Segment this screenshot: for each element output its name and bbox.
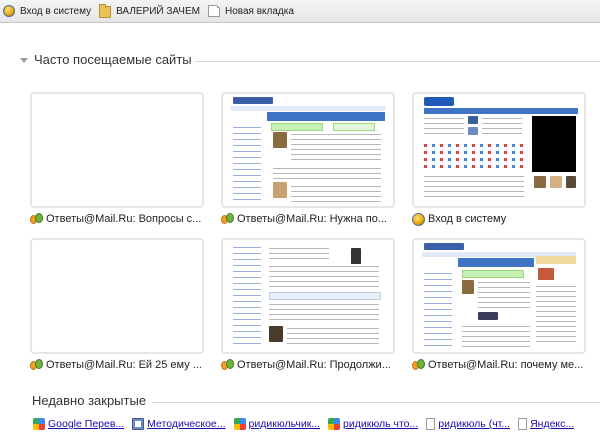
tile-label[interactable]: Ответы@Mail.Ru: Продолжи...	[221, 358, 393, 372]
bookmark-label: Новая вкладка	[224, 5, 294, 17]
tile-title: Ответы@Mail.Ru: Продолжи...	[237, 359, 391, 371]
most-visited-tile[interactable]: Ответы@Mail.Ru: Продолжи...	[221, 238, 397, 372]
most-visited-tile[interactable]: Ответы@Mail.Ru: почему ме...	[412, 238, 588, 372]
recently-closed-link[interactable]: Яндекс...	[530, 418, 574, 430]
tile-thumbnail[interactable]	[221, 238, 395, 354]
recently-closed-link[interactable]: ридикюльчик...	[249, 418, 321, 430]
recently-closed-item[interactable]: ридикюль (чт...	[426, 418, 510, 430]
bookmark-folder[interactable]: ВАЛЕРИЙ ЗАЧЕМ	[96, 0, 205, 22]
tile-thumbnail[interactable]	[221, 92, 395, 208]
page-icon	[518, 418, 528, 430]
tile-title: Ответы@Mail.Ru: почему ме...	[428, 359, 584, 371]
folder-icon	[99, 4, 112, 18]
tile-title: Вход в систему	[428, 213, 507, 225]
tile-label[interactable]: Вход в систему	[412, 212, 584, 226]
section-divider	[152, 402, 600, 403]
recently-closed-header: Недавно закрытые	[32, 393, 146, 408]
otvety-icon	[412, 358, 425, 372]
bookmark-new-tab[interactable]: Новая вкладка	[205, 0, 299, 22]
tile-label[interactable]: Ответы@Mail.Ru: Ей 25 ему ...	[30, 358, 202, 372]
recently-closed-item[interactable]: Методическое...	[132, 418, 226, 430]
tile-label[interactable]: Ответы@Mail.Ru: почему ме...	[412, 358, 584, 372]
login-icon	[3, 5, 15, 17]
otvety-icon	[221, 358, 234, 372]
tile-thumbnail[interactable]	[30, 238, 204, 354]
google-icon	[328, 418, 341, 430]
collapse-triangle-icon[interactable]	[20, 58, 28, 63]
recently-closed-link[interactable]: ридикюль (чт...	[438, 418, 510, 430]
recently-closed-item[interactable]: ридикюль что...	[328, 418, 418, 430]
recently-closed-item[interactable]: Яндекс...	[518, 418, 574, 430]
otvety-icon	[30, 358, 43, 372]
tile-title: Ответы@Mail.Ru: Вопросы с...	[46, 213, 202, 225]
recently-closed-link[interactable]: Методическое...	[147, 418, 225, 430]
tile-label[interactable]: Ответы@Mail.Ru: Нужна по...	[221, 212, 393, 226]
otvety-icon	[221, 212, 234, 226]
google-icon	[33, 418, 45, 430]
recently-closed-link[interactable]: Google Перев...	[48, 418, 124, 430]
recently-closed-title: Недавно закрытые	[32, 393, 147, 408]
most-visited-tile[interactable]: Ответы@Mail.Ru: Ей 25 ему ...	[30, 238, 206, 372]
tile-thumbnail[interactable]	[412, 92, 586, 208]
login-icon	[412, 212, 425, 226]
tile-thumbnail[interactable]	[412, 238, 586, 354]
bookmark-label: Вход в систему	[20, 5, 92, 17]
page-icon	[207, 5, 220, 17]
tile-title: Ответы@Mail.Ru: Нужна по...	[237, 213, 387, 225]
bookmarks-bar: Вход в систему ВАЛЕРИЙ ЗАЧЕМ Новая вклад…	[0, 0, 600, 23]
google-icon	[233, 418, 246, 430]
tile-label[interactable]: Ответы@Mail.Ru: Вопросы с...	[30, 212, 202, 226]
recently-closed-list: Google Перев... Методическое... ридикюль…	[33, 418, 582, 430]
section-divider	[195, 61, 600, 62]
document-icon	[132, 418, 145, 430]
most-visited-tile[interactable]: Ответы@Mail.Ru: Нужна по...	[221, 92, 397, 226]
most-visited-title: Часто посещаемые сайты	[34, 52, 192, 67]
most-visited-tile[interactable]: Ответы@Mail.Ru: Вопросы с...	[30, 92, 206, 226]
otvety-icon	[30, 212, 43, 226]
recently-closed-item[interactable]: ридикюльчик...	[233, 418, 321, 430]
page-icon	[426, 418, 436, 430]
bookmark-login[interactable]: Вход в систему	[0, 0, 96, 22]
most-visited-header[interactable]: Часто посещаемые сайты	[20, 52, 192, 67]
most-visited-tile[interactable]: Вход в систему	[412, 92, 588, 226]
tile-title: Ответы@Mail.Ru: Ей 25 ему ...	[46, 359, 202, 371]
recently-closed-item[interactable]: Google Перев...	[33, 418, 124, 430]
bookmark-label: ВАЛЕРИЙ ЗАЧЕМ	[116, 5, 200, 17]
tile-thumbnail[interactable]	[30, 92, 204, 208]
recently-closed-link[interactable]: ридикюль что...	[343, 418, 418, 430]
